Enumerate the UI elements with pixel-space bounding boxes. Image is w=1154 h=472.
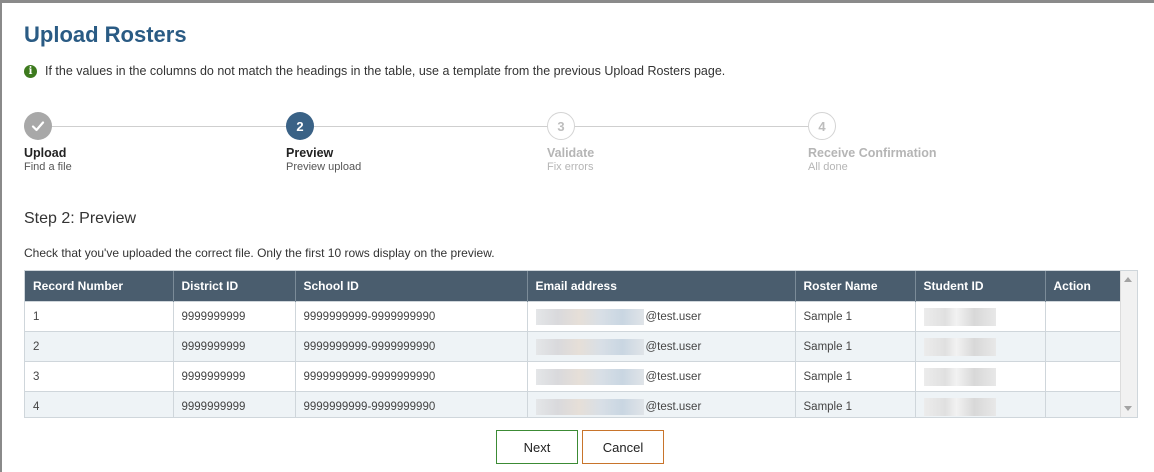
redacted-student-id — [923, 397, 996, 416]
step-number: 2 — [286, 112, 314, 140]
info-notice: i If the values in the columns do not ma… — [24, 64, 725, 78]
step-subtitle: Fix errors — [547, 161, 594, 173]
school-id-cell: 9999999999-9999999990 — [295, 361, 528, 392]
redacted-student-id — [923, 337, 996, 356]
district-id-cell: 9999999999 — [173, 361, 296, 392]
redacted-email — [535, 368, 644, 385]
roster-name-cell: Sample 1 — [795, 331, 916, 362]
redacted-email — [535, 398, 644, 415]
record-number-cell: 1 — [25, 301, 174, 332]
student-id-cell — [915, 391, 1046, 417]
email-suffix: @test.user — [645, 310, 702, 323]
district-id-cell: 9999999999 — [173, 391, 296, 417]
next-button[interactable]: Next — [496, 430, 578, 464]
redacted-student-id — [923, 367, 996, 386]
school-id-cell: 9999999999-9999999990 — [295, 331, 528, 362]
table-row: 1 9999999999 9999999999-9999999990 @test… — [25, 301, 1124, 332]
step-number: 3 — [547, 112, 575, 140]
info-notice-text: If the values in the columns do not matc… — [45, 64, 726, 78]
school-id-cell: 9999999999-9999999990 — [295, 301, 528, 332]
column-header[interactable]: Record Number — [25, 271, 174, 302]
redacted-email — [535, 308, 644, 325]
email-suffix: @test.user — [645, 340, 702, 353]
info-icon: i — [24, 64, 37, 78]
record-number-cell: 4 — [25, 391, 174, 417]
step-title: Receive Confirmation — [808, 146, 937, 160]
email-suffix: @test.user — [645, 400, 702, 413]
student-id-cell — [915, 361, 1046, 392]
step-upload[interactable]: Upload Find a file — [24, 112, 224, 173]
cancel-button[interactable]: Cancel — [582, 430, 664, 464]
record-number-cell: 2 — [25, 331, 174, 362]
redacted-student-id — [923, 307, 996, 326]
student-id-cell — [915, 301, 1046, 332]
action-cell[interactable] — [1045, 331, 1124, 362]
column-header[interactable]: District ID — [173, 271, 296, 302]
action-cell[interactable] — [1045, 361, 1124, 392]
table-row: 4 9999999999 9999999999-9999999990 @test… — [25, 391, 1124, 417]
progress-stepper: Upload Find a file 2 Preview Preview upl… — [24, 112, 1144, 182]
district-id-cell: 9999999999 — [173, 331, 296, 362]
step-title: Preview — [286, 146, 334, 160]
step-subtitle: All done — [808, 161, 848, 173]
email-suffix: @test.user — [645, 370, 702, 383]
step-preview[interactable]: 2 Preview Preview upload — [286, 112, 486, 173]
step-subtitle: Preview upload — [286, 161, 362, 173]
roster-name-cell: Sample 1 — [795, 391, 916, 417]
action-cell[interactable] — [1045, 391, 1124, 417]
table-row: 2 9999999999 9999999999-9999999990 @test… — [25, 331, 1124, 362]
table-row: 3 9999999999 9999999999-9999999990 @test… — [25, 361, 1124, 392]
record-number-cell: 3 — [25, 361, 174, 392]
school-id-cell: 9999999999-9999999990 — [295, 391, 528, 417]
step-subtitle: Find a file — [24, 161, 72, 173]
roster-name-cell: Sample 1 — [795, 301, 916, 332]
preview-table[interactable]: Record Number District ID School ID Emai… — [24, 270, 1138, 418]
email-cell: @test.user — [527, 331, 796, 362]
email-cell: @test.user — [527, 301, 796, 332]
column-header[interactable]: School ID — [295, 271, 528, 302]
step-title: Upload — [24, 146, 67, 160]
step-validate: 3 Validate Fix errors — [547, 112, 747, 173]
section-description: Check that you've uploaded the correct f… — [24, 246, 495, 260]
redacted-email — [535, 338, 644, 355]
roster-name-cell: Sample 1 — [795, 361, 916, 392]
column-header[interactable]: Student ID — [915, 271, 1046, 302]
student-id-cell — [915, 331, 1046, 362]
scroll-down-arrow-icon[interactable] — [1124, 406, 1132, 411]
email-cell: @test.user — [527, 391, 796, 417]
scroll-up-arrow-icon[interactable] — [1124, 277, 1132, 282]
step-number: 4 — [808, 112, 836, 140]
district-id-cell: 9999999999 — [173, 301, 296, 332]
checkmark-icon — [24, 112, 52, 140]
table-scrollbar[interactable] — [1120, 271, 1137, 417]
table-header-row: Record Number District ID School ID Emai… — [25, 271, 1124, 302]
page-title: Upload Rosters — [24, 22, 187, 47]
email-cell: @test.user — [527, 361, 796, 392]
step-title: Validate — [547, 146, 595, 160]
action-cell[interactable] — [1045, 301, 1124, 332]
column-header[interactable]: Email address — [527, 271, 796, 302]
column-header[interactable]: Roster Name — [795, 271, 916, 302]
section-heading: Step 2: Preview — [24, 210, 137, 227]
column-header[interactable]: Action — [1045, 271, 1124, 302]
step-receive-confirmation: 4 Receive Confirmation All done — [808, 112, 1008, 173]
